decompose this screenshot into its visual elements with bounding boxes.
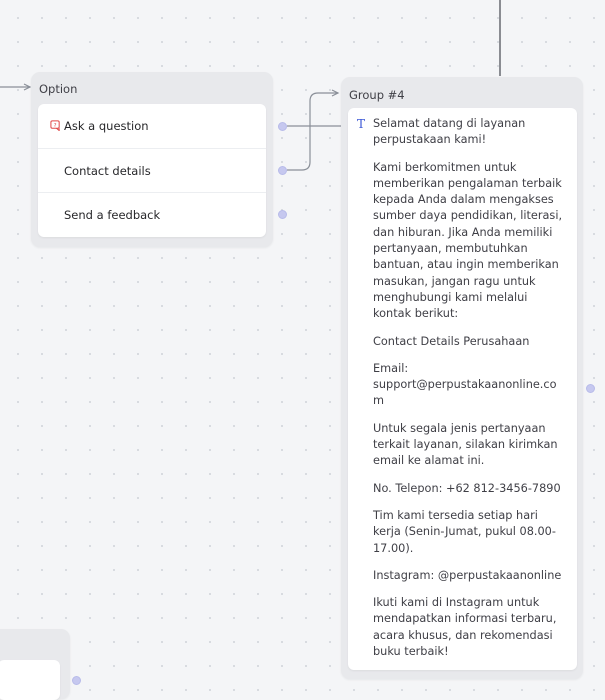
text-paragraph: Instagram: @perpustakaanonline [373,568,562,582]
option-item-label: Ask a question [64,119,149,133]
option-item-ask-question[interactable]: ? Ask a question [38,104,266,148]
text-paragraph: Tim kami tersedia setiap hari kerja (Sen… [373,508,556,555]
text-paragraph: Selamat datang di layanan perpustakaan k… [373,117,526,147]
question-bubble-icon: ? [50,120,60,131]
option-group-title: Option [39,82,78,96]
group-4-title: Group #4 [349,88,405,102]
partial-group-card [0,660,60,700]
option-group[interactable]: Option ? Ask a question Contact details … [31,72,273,247]
option-item-send-feedback[interactable]: Send a feedback [38,192,266,237]
text-bubble-icon: T [357,117,366,131]
group-4-output-handle[interactable] [586,384,595,393]
partial-group-bottom-left[interactable] [0,629,70,700]
option-item-label: Contact details [64,164,151,178]
partial-group-output-handle[interactable] [72,676,81,685]
text-paragraph: Untuk segala jenis pertanyaan terkait la… [373,421,558,468]
text-paragraph: No. Telepon: +62 812-3456-7890 [373,481,561,495]
option-item-contact-details[interactable]: Contact details [38,148,266,193]
edge-contact-details-to-group4 [287,92,338,171]
contact-details-output-handle[interactable] [278,166,287,175]
option-item-label: Send a feedback [64,208,161,222]
svg-text:?: ? [54,123,57,129]
ask-question-output-handle[interactable] [278,122,287,131]
group-4-text-card[interactable]: T Selamat datang di layanan perpustakaan… [348,108,577,670]
option-items-card: ? Ask a question Contact details Send a … [38,104,266,237]
text-paragraph: Contact Details Perusahaan [373,334,530,348]
text-paragraph: Kami berkomitmen untuk memberikan pengal… [373,160,563,321]
text-paragraph: Ikuti kami di Instagram untuk mendapatka… [373,596,557,659]
group-4-text-content: Selamat datang di layanan perpustakaan k… [373,116,567,671]
group-4[interactable]: Group #4 T Selamat datang di layanan per… [341,77,583,679]
text-paragraph: Email: support@perpustakaanonline.com [373,361,557,408]
send-feedback-output-handle[interactable] [278,210,287,219]
